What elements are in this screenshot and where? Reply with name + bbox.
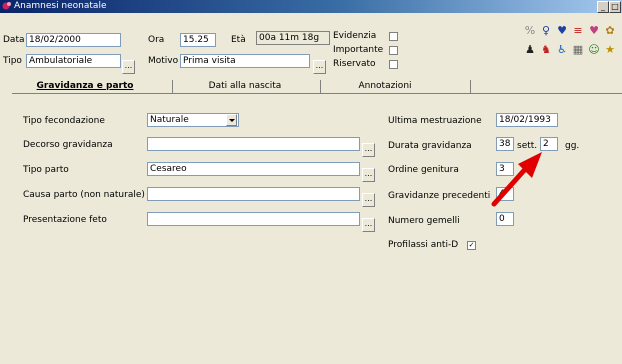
tipo-fecondazione-label: Tipo fecondazione — [23, 116, 105, 126]
presentazione-feto-label: Presentazione feto — [23, 215, 107, 225]
maximize-button[interactable]: □ — [609, 1, 621, 13]
decorso-gravidanza-label: Decorso gravidanza — [23, 140, 113, 150]
importante-checkbox[interactable] — [389, 46, 398, 55]
profilassi-anti-d-label: Profilassi anti-D — [388, 240, 459, 250]
wheelchair-icon[interactable]: ♿ — [556, 44, 568, 56]
causa-parto-field[interactable] — [147, 187, 360, 201]
ultima-mestruazione-field[interactable]: 18/02/1993 — [496, 113, 558, 127]
data-label: Data — [3, 35, 25, 45]
tipo-field[interactable]: Ambulatoriale — [26, 54, 121, 68]
decorso-lookup-button[interactable]: ... — [362, 143, 375, 157]
durata-gg-field[interactable]: 2 — [540, 137, 558, 151]
data-field[interactable]: 18/02/2000 — [26, 33, 121, 47]
person-icon[interactable]: ♀ — [540, 25, 552, 37]
decorso-gravidanza-field[interactable] — [147, 137, 360, 151]
tab-annotazioni[interactable]: Annotazioni — [345, 80, 425, 93]
eta-label: Età — [231, 35, 246, 45]
profilassi-anti-d-checkbox[interactable]: ✓ — [467, 241, 476, 250]
riservato-label: Riservato — [333, 59, 376, 69]
riservato-checkbox[interactable] — [389, 60, 398, 69]
app-icon — [2, 1, 12, 11]
percent-icon[interactable]: % — [524, 25, 536, 37]
tipo-fecondazione-dropdown-arrow[interactable] — [226, 114, 237, 126]
ora-label: Ora — [148, 35, 165, 45]
importante-label: Importante — [333, 45, 384, 55]
tab-gravidanza[interactable]: Gravidanza e parto — [20, 80, 150, 93]
tipo-parto-label: Tipo parto — [23, 165, 69, 175]
ribbon-icon[interactable]: ♥ — [588, 25, 600, 37]
evidenzia-label: Evidenzia — [333, 31, 377, 41]
presentazione-lookup-button[interactable]: ... — [362, 218, 375, 232]
tab-dati-nascita[interactable]: Dati alla nascita — [190, 80, 300, 93]
tab-separator — [172, 80, 173, 93]
more-icon[interactable]: ✿ — [604, 25, 616, 37]
ordine-genitura-label: Ordine genitura — [388, 165, 459, 175]
motivo-lookup-button[interactable]: ... — [313, 60, 326, 74]
causa-parto-label: Causa parto (non naturale) — [23, 190, 145, 200]
red-arrow-annotation — [491, 152, 542, 207]
numero-gemelli-field[interactable]: 0 — [496, 212, 514, 226]
tipo-lookup-button[interactable]: ... — [122, 60, 135, 74]
presentazione-feto-field[interactable] — [147, 212, 360, 226]
family-icon[interactable]: ♥ — [556, 25, 568, 37]
evidenzia-checkbox[interactable] — [389, 32, 398, 41]
minimize-button[interactable]: _ — [597, 1, 609, 13]
building-icon[interactable]: ▦ — [572, 44, 584, 56]
motivo-field[interactable]: Prima visita — [180, 54, 310, 68]
causa-parto-lookup-button[interactable]: ... — [362, 193, 375, 207]
tab-separator — [470, 80, 471, 93]
standing-person-icon[interactable]: ♟ — [524, 44, 536, 56]
ultima-mestruazione-label: Ultima mestruazione — [388, 116, 482, 126]
doctor-icon[interactable]: ☺ — [588, 44, 600, 56]
window-title: Anamnesi neonatale — [14, 1, 107, 11]
ora-field[interactable]: 15.25 — [180, 33, 216, 47]
gg-label: gg. — [565, 141, 580, 151]
eta-field: 00a 11m 18g — [256, 31, 330, 45]
gravidanze-precedenti-label: Gravidanze precedenti — [388, 191, 491, 201]
tipo-parto-field[interactable]: Cesareo — [147, 162, 360, 176]
tab-strip-line — [12, 93, 622, 94]
people-icon[interactable]: ♞ — [540, 44, 552, 56]
tipo-label: Tipo — [3, 56, 22, 66]
tipo-fecondazione-value: Naturale — [150, 115, 189, 125]
motivo-label: Motivo — [148, 56, 179, 66]
durata-gravidanza-label: Durata gravidanza — [388, 141, 472, 151]
tipo-parto-lookup-button[interactable]: ... — [362, 168, 375, 182]
durata-sett-field[interactable]: 38 — [496, 137, 514, 151]
numero-gemelli-label: Numero gemelli — [388, 216, 460, 226]
list-icon[interactable]: ≡ — [572, 25, 584, 37]
tab-separator — [320, 80, 321, 93]
star-icon[interactable]: ★ — [604, 44, 616, 56]
title-bar: Anamnesi neonatale _ □ — [0, 0, 622, 13]
